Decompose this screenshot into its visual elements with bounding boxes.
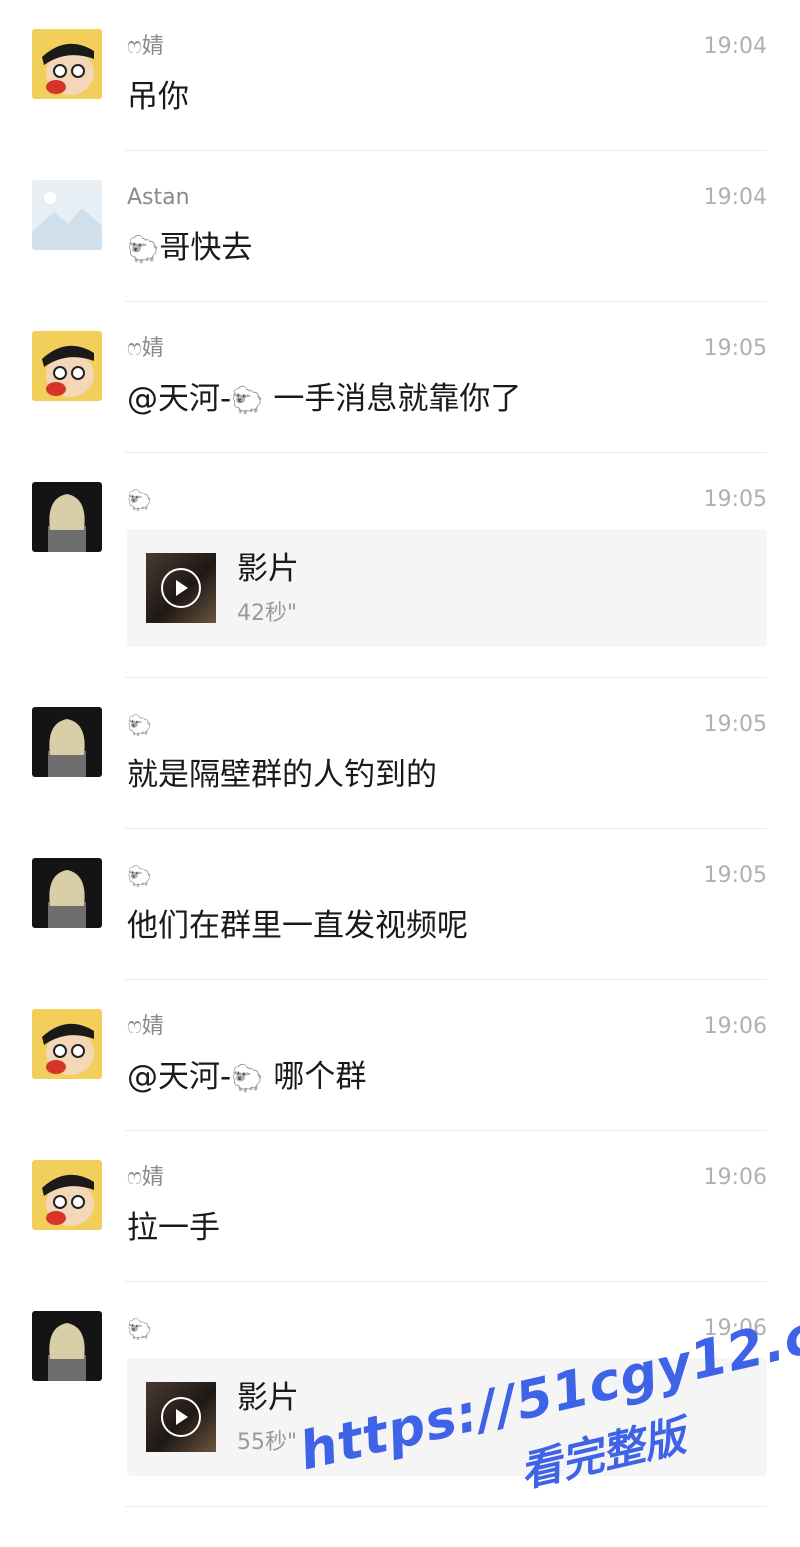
message-item: ෆ婧 19:06 @天河-🐑 哪个群 bbox=[0, 980, 800, 1131]
message-item: ෆ婧 19:06 拉一手 bbox=[0, 1131, 800, 1282]
avatar-blonde[interactable] bbox=[32, 482, 102, 552]
message-item: 🐑 19:05 他们在群里一直发视频呢 bbox=[0, 829, 800, 980]
play-icon[interactable] bbox=[161, 568, 201, 608]
video-title: 影片 bbox=[237, 551, 299, 587]
sheep-emoji-icon: 🐑 bbox=[127, 1317, 152, 1341]
timestamp: 19:06 bbox=[703, 1014, 767, 1039]
message-text: 🐑哥快去 bbox=[127, 226, 252, 272]
avatar-shinchan[interactable] bbox=[32, 331, 102, 401]
sender-name: 🐑 bbox=[127, 1314, 152, 1344]
avatar-shinchan[interactable] bbox=[32, 29, 102, 99]
sender-name: ෆ婧 bbox=[127, 1165, 164, 1190]
video-card[interactable]: 影片 42秒" bbox=[127, 529, 767, 647]
message-item: 🐑 19:05 就是隔壁群的人钓到的 bbox=[0, 678, 800, 829]
video-duration: 42秒" bbox=[237, 601, 298, 626]
message-text: 吊你 bbox=[127, 79, 189, 115]
sender-name: 🐑 bbox=[127, 861, 152, 891]
video-thumbnail[interactable] bbox=[146, 1382, 216, 1452]
mention-text[interactable]: @天河- bbox=[127, 381, 231, 417]
message-item: ෆ婧 19:05 @天河-🐑 一手消息就靠你了 bbox=[0, 302, 800, 453]
sheep-emoji-icon: 🐑 bbox=[127, 488, 152, 512]
sender-name: 🐑 bbox=[127, 485, 152, 515]
sheep-emoji-icon: 🐑 bbox=[231, 385, 264, 416]
sheep-emoji-icon: 🐑 bbox=[127, 864, 152, 888]
timestamp: 19:05 bbox=[703, 487, 767, 512]
message-item: 🐑 19:05 影片 42秒" bbox=[0, 453, 800, 678]
play-icon[interactable] bbox=[161, 1397, 201, 1437]
message-text-content: 哪个群 bbox=[263, 1059, 367, 1095]
timestamp: 19:06 bbox=[703, 1165, 767, 1190]
sheep-emoji-icon: 🐑 bbox=[127, 234, 160, 265]
timestamp: 19:04 bbox=[703, 185, 767, 210]
video-duration: 55秒" bbox=[237, 1430, 298, 1455]
mention-text[interactable]: @天河- bbox=[127, 1059, 231, 1095]
message-text: 就是隔壁群的人钓到的 bbox=[127, 757, 437, 793]
sender-name: 🐑 bbox=[127, 710, 152, 740]
timestamp: 19:05 bbox=[703, 336, 767, 361]
message-text-content: 一手消息就靠你了 bbox=[263, 381, 522, 417]
video-thumbnail[interactable] bbox=[146, 553, 216, 623]
avatar-shinchan[interactable] bbox=[32, 1009, 102, 1079]
sender-name: ෆ婧 bbox=[127, 336, 164, 361]
sheep-emoji-icon: 🐑 bbox=[231, 1063, 264, 1094]
avatar-blonde[interactable] bbox=[32, 858, 102, 928]
sender-name: ෆ婧 bbox=[127, 34, 164, 59]
message-text-content: 哥快去 bbox=[159, 230, 253, 266]
timestamp: 19:04 bbox=[703, 34, 767, 59]
timestamp: 19:05 bbox=[703, 712, 767, 737]
sender-name: Astan bbox=[127, 185, 190, 210]
message-text: @天河-🐑 一手消息就靠你了 bbox=[127, 377, 521, 423]
sheep-emoji-icon: 🐑 bbox=[127, 713, 152, 737]
avatar-astan[interactable] bbox=[32, 180, 102, 250]
message-item: ෆ婧 19:04 吊你 bbox=[0, 0, 800, 151]
avatar-blonde[interactable] bbox=[32, 707, 102, 777]
timestamp: 19:05 bbox=[703, 863, 767, 888]
avatar-shinchan[interactable] bbox=[32, 1160, 102, 1230]
sender-name: ෆ婧 bbox=[127, 1014, 164, 1039]
avatar-blonde[interactable] bbox=[32, 1311, 102, 1381]
message-text: 拉一手 bbox=[127, 1210, 220, 1246]
message-text: @天河-🐑 哪个群 bbox=[127, 1055, 366, 1101]
divider bbox=[125, 1506, 767, 1507]
message-text: 他们在群里一直发视频呢 bbox=[127, 908, 468, 944]
message-item: Astan 19:04 🐑哥快去 bbox=[0, 151, 800, 302]
